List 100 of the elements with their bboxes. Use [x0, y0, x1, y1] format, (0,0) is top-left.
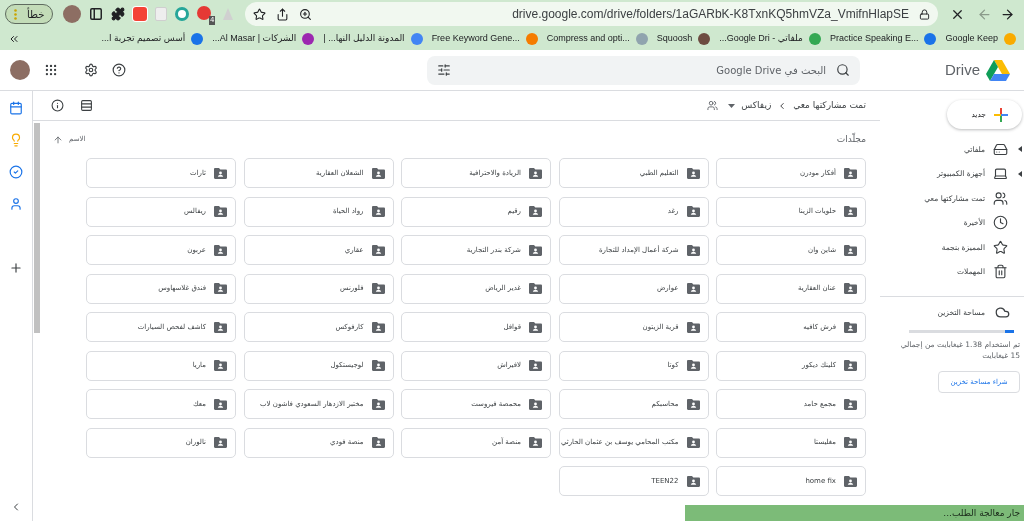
shared-folder-icon	[844, 360, 857, 371]
shared-folder-icon	[529, 244, 542, 256]
search-icon	[836, 63, 850, 77]
search-placeholder: البحث في Google Drive	[715, 63, 826, 78]
shared-folder-icon	[844, 206, 857, 217]
bookmark[interactable]: Free Keyword Gene...	[431, 32, 538, 46]
shared-folder-icon	[686, 398, 700, 410]
shared-folder-icon	[371, 360, 385, 371]
apps-icon[interactable]	[44, 63, 58, 77]
shared-folder-icon	[686, 321, 700, 333]
info-icon[interactable]	[51, 99, 64, 112]
caret-icon	[728, 103, 736, 108]
status-toast: جار معالجة الطلب...	[685, 505, 1024, 521]
shared-folder-icon	[371, 167, 385, 179]
shared-folder-icon	[529, 321, 542, 333]
shared-folder-icon	[529, 360, 542, 371]
extension-icon[interactable]	[175, 7, 190, 21]
settings-icon[interactable]	[84, 63, 98, 77]
person-icon[interactable]	[9, 197, 23, 211]
shared-folder-icon	[686, 206, 700, 217]
shared-folder-icon	[844, 244, 857, 256]
bookmark[interactable]: Squoosh	[656, 32, 711, 46]
add-icon[interactable]	[9, 261, 23, 275]
drive-icon	[993, 141, 1008, 157]
bookmark[interactable]: الشركات | Al Masar...	[212, 32, 315, 46]
star-icon	[993, 239, 1008, 255]
scrollbar-thumb[interactable]	[34, 123, 40, 333]
bookmark[interactable]: Google Keep	[945, 32, 1016, 46]
breadcrumb-current[interactable]: زيفاكس	[728, 98, 772, 113]
shared-folder-icon	[686, 244, 700, 256]
product-name: Drive	[945, 59, 980, 80]
bookmark[interactable]: Compress and opti...	[546, 32, 648, 46]
shared-folder-icon	[371, 398, 385, 410]
shared-folder-icon	[214, 360, 227, 371]
shared-folder-icon	[844, 437, 857, 448]
shared-folder-icon	[371, 244, 385, 256]
list-view-icon[interactable]	[80, 99, 93, 112]
shared-folder-icon	[844, 167, 857, 179]
avatar-icon[interactable]	[10, 60, 30, 80]
forward-icon[interactable]	[1000, 6, 1015, 22]
cloud-icon	[995, 305, 1010, 320]
expand-arrow-icon[interactable]	[1018, 146, 1022, 153]
star-icon[interactable]	[253, 7, 267, 21]
shared-folder-icon	[844, 475, 857, 487]
shared-folder-icon	[214, 283, 227, 294]
address-bar[interactable]: drive.google.com/drive/folders/1aGARbK-K8TxnKQ5hmVZa_VmifnHlapSE	[245, 2, 938, 26]
profile-chip[interactable]: خطأ	[5, 4, 54, 24]
plus-icon	[994, 107, 1008, 122]
puzzle-icon[interactable]	[111, 7, 126, 21]
task-icon[interactable]	[9, 165, 23, 179]
shared-folder-icon	[529, 283, 542, 294]
bookmark[interactable]: أسس تصميم تجربة ا...	[101, 32, 204, 46]
people-icon	[993, 190, 1008, 206]
shared-folder-icon	[371, 437, 385, 448]
zoom-icon[interactable]	[299, 7, 313, 21]
dots-icon	[14, 8, 17, 20]
shared-folder-icon	[844, 283, 857, 294]
shared-folder-icon	[686, 283, 700, 294]
shared-folder-icon	[371, 321, 385, 333]
side-panel-icon[interactable]	[89, 7, 104, 21]
breadcrumb-link[interactable]: تمت مشاركتها معي	[793, 98, 866, 113]
expand-arrow-icon[interactable]	[1018, 170, 1022, 177]
drive-logo-icon	[986, 59, 1010, 81]
shared-folder-icon	[371, 283, 385, 294]
shared-folder-icon	[686, 167, 700, 179]
avatar-icon[interactable]	[63, 5, 82, 23]
shared-folder-icon	[214, 206, 227, 217]
shared-folder-icon	[686, 437, 700, 448]
people-icon	[707, 100, 719, 111]
share-icon[interactable]	[276, 7, 290, 21]
bookmark[interactable]: Practice Speaking E...	[829, 32, 937, 46]
shared-folder-icon	[529, 398, 542, 410]
trash-icon	[993, 264, 1008, 280]
shared-folder-icon	[686, 360, 700, 371]
bookmark[interactable]: المدونة الدليل النها... |	[323, 32, 423, 46]
shared-folder-icon	[844, 321, 857, 333]
shared-folder-icon	[371, 206, 385, 217]
shared-folder-icon	[214, 437, 227, 448]
url-text: drive.google.com/drive/folders/1aGARbK-K8TxnKQ5hmVZa_VmifnHlapSE	[511, 6, 909, 23]
shared-folder-icon	[686, 475, 700, 487]
filter-icon[interactable]	[437, 63, 451, 77]
bookmark[interactable]: ملفاتي - Google Dri...	[719, 32, 821, 46]
shared-folder-icon	[529, 206, 542, 217]
more-bookmarks-icon[interactable]	[8, 33, 20, 45]
shared-folder-icon	[214, 321, 227, 333]
shared-folder-icon	[214, 167, 227, 179]
shared-folder-icon	[214, 398, 227, 410]
section-title: مجلّدات	[836, 132, 866, 146]
lock-icon	[919, 8, 930, 20]
shared-folder-icon	[529, 167, 542, 179]
help-icon[interactable]	[112, 63, 126, 77]
calendar-icon[interactable]	[9, 101, 23, 115]
shared-folder-icon	[214, 244, 227, 256]
search-field[interactable]: البحث في Google Drive	[427, 55, 860, 85]
extension-icon[interactable]	[133, 7, 148, 21]
laptop-icon	[993, 166, 1008, 182]
shared-folder-icon	[844, 398, 857, 410]
arrow-up-icon	[53, 134, 63, 145]
shared-folder-icon	[529, 437, 542, 448]
clock-icon	[993, 215, 1008, 231]
